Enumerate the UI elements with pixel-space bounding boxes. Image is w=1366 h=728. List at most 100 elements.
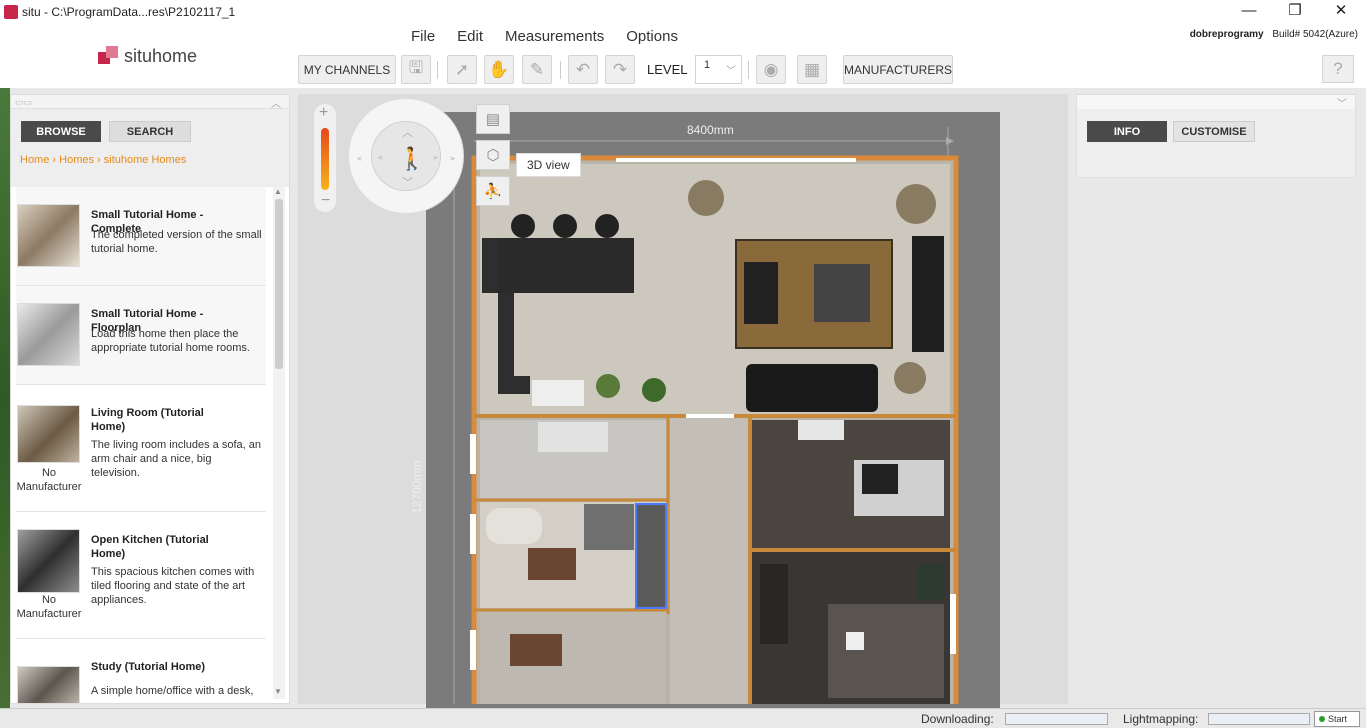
hand-tool-button[interactable]: ✋ — [484, 55, 514, 84]
list-item[interactable]: Small Tutorial Home - Floorplan Load thi… — [16, 286, 266, 385]
item-thumbnail — [17, 529, 80, 593]
eyedropper-tool-button[interactable]: ✎ — [522, 55, 552, 84]
start-button[interactable]: Start — [1314, 711, 1360, 727]
chevron-down-icon[interactable]: ﹀ — [1337, 95, 1347, 110]
walk-view-button[interactable]: ⛹ — [476, 176, 510, 206]
arrow-down-icon[interactable]: ﹀ — [402, 174, 413, 190]
manufacturers-button[interactable]: MANUFACTURERS — [843, 55, 953, 84]
level-label: LEVEL — [647, 62, 688, 77]
menu-edit[interactable]: Edit — [446, 28, 494, 45]
select-tool-button[interactable]: ➚ — [447, 55, 477, 84]
chevron-right-icon[interactable]: ﹥ — [447, 149, 458, 165]
list-item[interactable]: Study (Tutorial Home) A simple home/offi… — [16, 639, 266, 703]
help-button[interactable]: ? — [1322, 55, 1354, 83]
kitchen-island — [498, 238, 634, 293]
navigation-joystick[interactable]: ﹤ ﹥ ︿ ﹀ ﹤ ﹥ 🚶 — [348, 98, 464, 214]
chevron-left-icon[interactable]: ﹤ — [354, 149, 365, 165]
bathtub — [486, 508, 542, 544]
item-description: The living room includes a sofa, an arm … — [91, 439, 261, 479]
plant — [642, 378, 666, 402]
my-channels-button[interactable]: MY CHANNELS — [298, 55, 396, 84]
list-item[interactable]: Small Tutorial Home - Complete The compl… — [16, 187, 266, 286]
chevron-down-icon: ﹀ — [726, 66, 736, 77]
undo-button[interactable]: ↶ — [568, 55, 598, 84]
plant — [596, 374, 620, 398]
breadcrumb: Home › Homes › situhome Homes — [20, 154, 186, 166]
box-icon: ▦ — [803, 59, 821, 79]
status-dot-icon — [1319, 716, 1325, 722]
door — [686, 414, 734, 418]
breadcrumb-home[interactable]: Home — [20, 154, 49, 166]
redo-button[interactable]: ↷ — [605, 55, 635, 84]
item-description: The completed version of the small tutor… — [91, 229, 262, 255]
window — [950, 594, 956, 654]
window — [470, 514, 476, 554]
zoom-slider[interactable]: + − — [314, 104, 336, 212]
toolbar-separator — [560, 61, 561, 79]
scrollbar-thumb[interactable] — [275, 199, 283, 369]
walk-mode-icon: ⛹ — [483, 183, 503, 200]
window — [616, 158, 766, 162]
office-chair — [862, 464, 898, 494]
zoom-level-bar[interactable] — [321, 128, 329, 190]
grip-icon[interactable]: ▭▭ — [15, 97, 32, 108]
minimize-button[interactable]: — — [1226, 1, 1272, 23]
window-title: situ - C:\ProgramData...res\P2102117_1 — [22, 5, 236, 19]
situhome-logo: situhome — [98, 44, 197, 68]
tab-customise[interactable]: CUSTOMISE — [1173, 121, 1255, 142]
restore-button[interactable]: ❐ — [1272, 1, 1318, 23]
level-select[interactable]: 1 ﹀ — [695, 55, 742, 84]
menu-options[interactable]: Options — [615, 28, 689, 45]
arrow-up-icon[interactable]: ︿ — [402, 124, 413, 140]
visibility-button[interactable]: ◉ — [756, 55, 786, 84]
catalog-button[interactable]: ▦ — [797, 55, 827, 84]
menu-measurements[interactable]: Measurements — [494, 28, 615, 45]
toilet-room — [480, 612, 666, 704]
build-info: dobreprogramy Build# 5042(Azure) — [1190, 29, 1358, 40]
list-item[interactable]: No Manufacturer Living Room (Tutorial Ho… — [16, 385, 266, 512]
tab-info[interactable]: INFO — [1087, 121, 1167, 142]
bar-stool — [511, 214, 535, 238]
close-button[interactable]: ✕ — [1318, 1, 1364, 23]
header: situhome File Edit Measurements Options … — [0, 24, 1366, 88]
nightstand — [918, 564, 944, 600]
user-name: dobreprogramy — [1189, 29, 1264, 40]
downloading-progress — [1005, 713, 1108, 725]
panel-header: ▭▭ ︿ — [11, 95, 289, 110]
list-scrollbar[interactable]: ▲ ▼ — [273, 187, 285, 699]
3d-view-button[interactable]: ⬡ — [476, 140, 510, 170]
save-button[interactable]: 🖫 — [401, 55, 431, 84]
list-item[interactable]: No Manufacturer Open Kitchen (Tutorial H… — [16, 512, 266, 639]
laundry-sink — [538, 422, 608, 452]
plant — [896, 184, 936, 224]
zoom-in-icon[interactable]: + — [319, 104, 328, 122]
arrow-left-icon[interactable]: ﹤ — [375, 148, 386, 164]
item-description: This spacious kitchen comes with tiled f… — [91, 566, 255, 606]
item-thumbnail — [17, 666, 80, 703]
app-icon — [4, 5, 18, 19]
downloading-label: Downloading: — [921, 712, 994, 726]
item-title: Living Room (Tutorial Home) — [91, 407, 204, 433]
dimension-arrow — [946, 137, 954, 145]
breadcrumb-homes[interactable]: Homes — [59, 154, 94, 166]
item-description: Load this home then place the appropriat… — [91, 328, 250, 354]
breadcrumb-situhome-homes[interactable]: situhome Homes — [104, 154, 187, 166]
item-manufacturer: No Manufacturer — [16, 467, 82, 493]
arrow-right-icon[interactable]: ﹥ — [430, 148, 441, 164]
menu-file[interactable]: File — [400, 28, 446, 45]
tab-browse[interactable]: BROWSE — [21, 121, 101, 142]
breadcrumb-sep: › — [97, 154, 104, 166]
2d-view-button[interactable]: ▤ — [476, 104, 510, 134]
scroll-down-icon[interactable]: ▼ — [274, 687, 282, 696]
item-thumbnail — [17, 204, 80, 267]
tab-search[interactable]: SEARCH — [109, 121, 191, 142]
plant — [688, 180, 724, 216]
panel-header: ﹀ — [1077, 95, 1355, 110]
zoom-out-icon[interactable]: − — [321, 192, 330, 210]
plant — [894, 362, 926, 394]
scroll-up-icon[interactable]: ▲ — [274, 187, 282, 196]
chevron-up-icon[interactable]: ︿ — [271, 95, 281, 110]
lightmapping-progress — [1208, 713, 1310, 725]
floorplan-canvas[interactable]: 8400mm 12700mm + − ﹤ ﹥ ︿ ﹀ ﹤ ﹥ 🚶 ▤ ⬡ ⛹ 3… — [298, 94, 1068, 712]
wardrobe — [760, 564, 788, 644]
